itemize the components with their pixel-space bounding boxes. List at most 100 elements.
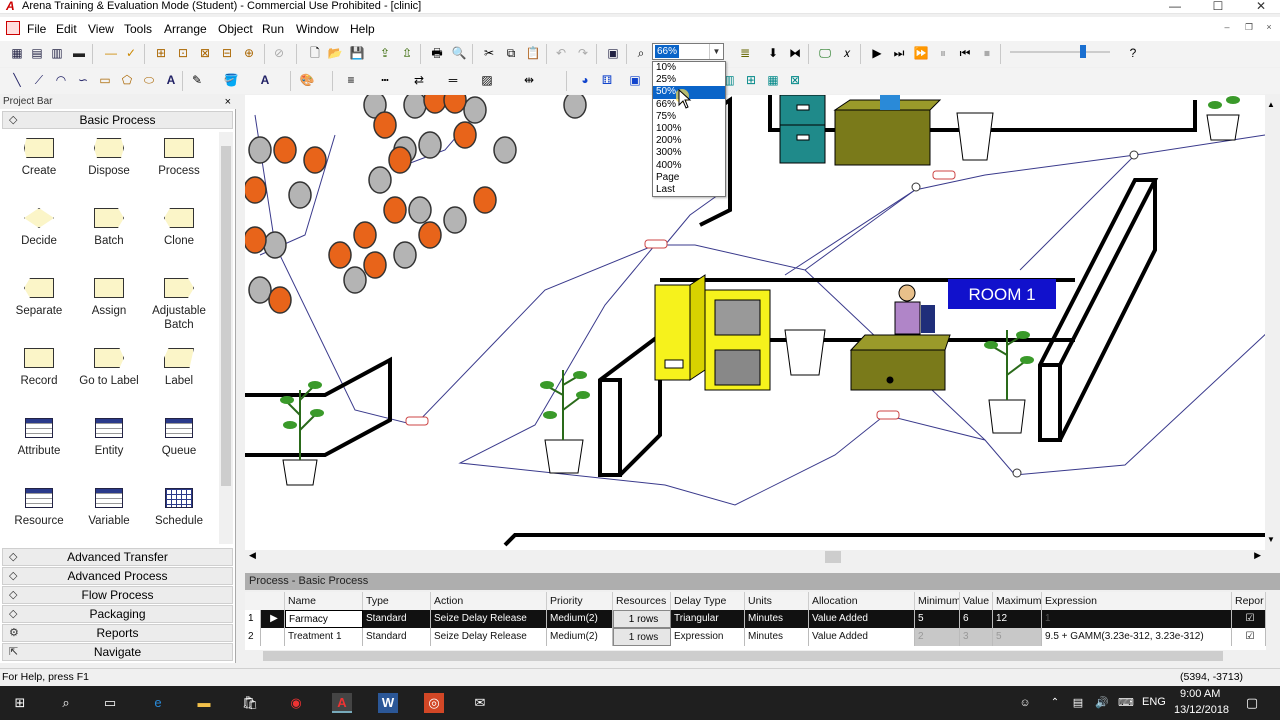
word-icon[interactable]: W: [378, 693, 398, 713]
col-value[interactable]: Value: [960, 592, 993, 610]
mdi-restore-icon[interactable]: ❐: [1240, 22, 1258, 36]
units-cell[interactable]: Minutes: [745, 610, 809, 628]
pause-button[interactable]: ⏸: [934, 44, 952, 62]
layers-stack-icon[interactable]: ≣: [736, 44, 754, 62]
curve-icon[interactable]: ∽: [74, 71, 92, 89]
name-cell[interactable]: Farmacy: [285, 610, 363, 628]
window-bg-icon[interactable]: 🎨: [298, 71, 316, 89]
delay-type-cell[interactable]: Triangular: [671, 610, 745, 628]
model-canvas[interactable]: ROOM 1: [245, 95, 1280, 550]
canvas-vertical-scrollbar[interactable]: ▲ ▼: [1265, 95, 1280, 550]
menu-run[interactable]: Run: [262, 22, 284, 36]
arc-icon[interactable]: ◠: [52, 71, 70, 89]
chrome-icon[interactable]: ◉: [286, 693, 306, 713]
grid-vertical-scrollbar[interactable]: [1266, 592, 1280, 650]
clock-icon[interactable]: ◕: [576, 71, 594, 89]
resource-icon[interactable]: ⊠: [786, 71, 804, 89]
line-draw-icon[interactable]: ╲: [8, 71, 26, 89]
connect-icon[interactable]: ⧓: [786, 44, 804, 62]
line-tool-icon[interactable]: —: [102, 44, 120, 62]
route-node[interactable]: [1012, 468, 1022, 478]
type-cell[interactable]: Standard: [363, 610, 431, 628]
text-color-icon[interactable]: A: [256, 71, 274, 89]
open-folder-icon[interactable]: 📂: [326, 44, 344, 62]
panel-flow-process[interactable]: ◇ Flow Process: [2, 586, 233, 604]
route-node[interactable]: [911, 182, 921, 192]
col-maximum[interactable]: Maximum: [993, 592, 1042, 610]
priority-cell[interactable]: Medium(2): [547, 610, 613, 628]
tray-chevron-icon[interactable]: ⌃: [1045, 693, 1065, 713]
route-node[interactable]: [1129, 150, 1139, 160]
align-icon[interactable]: ⇹: [520, 71, 538, 89]
col-units[interactable]: Units: [745, 592, 809, 610]
fill-pattern-icon[interactable]: ▨: [478, 71, 496, 89]
menu-arrange[interactable]: Arrange: [164, 22, 207, 36]
menu-edit[interactable]: Edit: [56, 22, 77, 36]
document-icon[interactable]: [6, 21, 20, 35]
step-button[interactable]: ⏭: [890, 44, 908, 62]
menu-window[interactable]: Window: [296, 22, 339, 36]
start-over-button[interactable]: ⏮: [956, 44, 974, 62]
copy-icon[interactable]: ⧉: [502, 44, 520, 62]
ellipse-icon[interactable]: ⬭: [140, 71, 158, 89]
mdi-close-icon[interactable]: ×: [1260, 22, 1278, 36]
action-cell[interactable]: Seize Delay Release: [431, 628, 547, 646]
menu-tools[interactable]: Tools: [124, 22, 152, 36]
table-view-icon[interactable]: ▥: [48, 44, 66, 62]
polyline-icon[interactable]: ⟋: [30, 71, 48, 89]
file-explorer-icon[interactable]: ▬: [194, 693, 214, 713]
layers-icon[interactable]: ▤: [28, 44, 46, 62]
module-variable[interactable]: Variable: [74, 488, 144, 528]
cut-icon[interactable]: ✂: [480, 44, 498, 62]
module-clone[interactable]: Clone: [144, 208, 214, 248]
clock-date[interactable]: 13/12/2018: [1174, 704, 1229, 716]
segment-icon[interactable]: ⊠: [196, 44, 214, 62]
module-batch[interactable]: Batch: [74, 208, 144, 248]
route-icon[interactable]: ⊡: [174, 44, 192, 62]
maximum-cell[interactable]: 12: [993, 610, 1042, 628]
type-cell[interactable]: Standard: [363, 628, 431, 646]
col-action[interactable]: Action: [431, 592, 547, 610]
arrow-down-icon[interactable]: ⬇: [764, 44, 782, 62]
resources-button[interactable]: 1 rows: [613, 628, 671, 646]
animation-speed-slider[interactable]: [1010, 51, 1110, 53]
search-icon[interactable]: ⌕: [56, 693, 76, 713]
zoom-option[interactable]: Page: [653, 172, 725, 184]
line-color-icon[interactable]: ✎: [188, 71, 206, 89]
paste-icon[interactable]: 📋: [524, 44, 542, 62]
notifications-icon[interactable]: ▢: [1242, 693, 1262, 713]
go-button[interactable]: ▶: [868, 44, 886, 62]
col-type[interactable]: Type: [363, 592, 431, 610]
detach-icon[interactable]: ⇫: [398, 44, 416, 62]
module-label[interactable]: Label: [144, 348, 214, 388]
expression-icon[interactable]: 𝑥: [838, 44, 856, 62]
arena-taskbar-icon[interactable]: A: [332, 693, 352, 713]
zoom-option[interactable]: 25%: [653, 74, 725, 86]
date-icon[interactable]: ⚅: [598, 71, 616, 89]
units-cell[interactable]: Minutes: [745, 628, 809, 646]
col-name[interactable]: Name: [285, 592, 363, 610]
polygon-icon[interactable]: ⬠: [118, 71, 136, 89]
col-resources[interactable]: Resources: [613, 592, 671, 610]
minimize-button[interactable]: —: [1160, 0, 1190, 13]
submodel-icon[interactable]: ⊘: [270, 44, 288, 62]
col-delay-type[interactable]: Delay Type: [671, 592, 745, 610]
check-icon[interactable]: ✓: [122, 44, 140, 62]
queue-icon[interactable]: ▦: [764, 71, 782, 89]
text-tool-icon[interactable]: A: [162, 71, 180, 89]
col-minimum[interactable]: Minimum: [915, 592, 960, 610]
menu-view[interactable]: View: [88, 22, 114, 36]
zoom-option[interactable]: 300%: [653, 147, 725, 159]
module-create[interactable]: Create: [4, 138, 74, 178]
module-assign[interactable]: Assign: [74, 278, 144, 318]
line-pattern-icon[interactable]: ═: [444, 71, 462, 89]
module-decide[interactable]: Decide: [4, 208, 74, 248]
task-view-icon[interactable]: ▭: [100, 693, 120, 713]
store-icon[interactable]: 🛍: [240, 693, 260, 713]
line-style-icon[interactable]: ┅: [376, 71, 394, 89]
module-attribute[interactable]: Attribute: [4, 418, 74, 458]
module-adjustable-batch[interactable]: Adjustable Batch: [144, 278, 214, 332]
panel-basic-process[interactable]: ◇ Basic Process: [2, 111, 233, 129]
route-station-marker[interactable]: [644, 239, 668, 249]
language-indicator[interactable]: ENG: [1142, 696, 1166, 708]
